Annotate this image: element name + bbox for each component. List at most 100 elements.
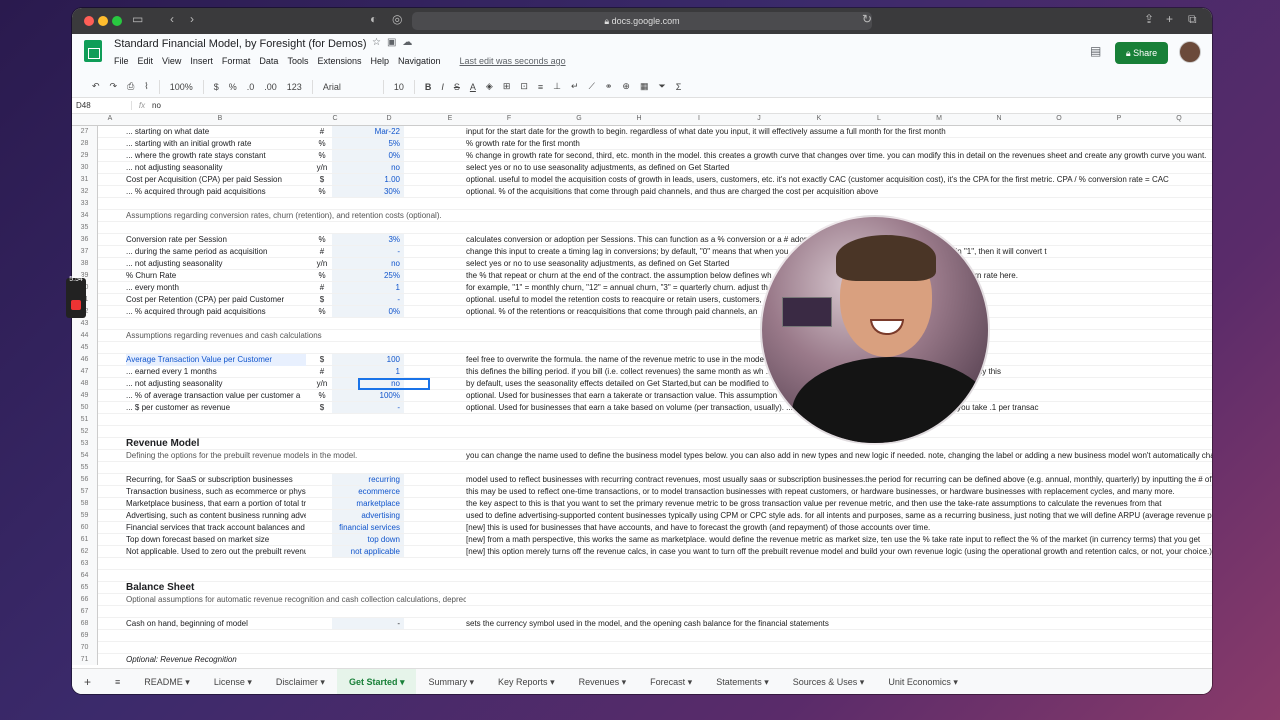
row-number[interactable]: 49	[72, 390, 98, 402]
new-tab-icon[interactable]: +	[1166, 12, 1173, 26]
filter-icon[interactable]: ⏷	[658, 81, 665, 92]
bold-icon[interactable]: B	[425, 82, 432, 92]
sidebar-icon[interactable]: ▭	[132, 12, 143, 26]
last-edit-link[interactable]: Last edit was seconds ago	[460, 56, 566, 66]
column-header-b[interactable]: B	[122, 115, 318, 122]
cell-b[interactable]: Balance Sheet	[126, 582, 466, 594]
row-number[interactable]: 55	[72, 462, 98, 474]
cell-e[interactable]: optional. % of the acquisitions that com…	[466, 186, 1212, 198]
cell-c[interactable]: %	[312, 270, 332, 282]
wrap-icon[interactable]: ↵	[571, 81, 579, 92]
row-number[interactable]: 65	[72, 582, 98, 594]
cell-c[interactable]: %	[312, 234, 332, 246]
cell-d[interactable]: advertising	[332, 510, 404, 521]
tab-overview-icon[interactable]: ⧉	[1188, 12, 1197, 27]
menu-extensions[interactable]: Extensions	[317, 56, 361, 66]
add-sheet-icon[interactable]: +	[72, 669, 103, 695]
chevron-down-icon[interactable]: ▾	[397, 677, 405, 687]
cell-c[interactable]: y/n	[312, 258, 332, 270]
percent-button[interactable]: %	[229, 82, 237, 92]
share-sheet-icon[interactable]: ⇪	[1144, 12, 1154, 26]
cell-c[interactable]: y/n	[312, 378, 332, 390]
cell-b[interactable]: Revenue Model	[126, 438, 466, 450]
cell-d[interactable]: -	[332, 618, 404, 629]
chevron-down-icon[interactable]: ▾	[857, 677, 865, 687]
recording-widget[interactable]	[66, 278, 86, 318]
cell-b[interactable]: ... where the growth rate stays constant	[126, 150, 306, 162]
menu-tools[interactable]: Tools	[287, 56, 308, 66]
sheet-tab-summary[interactable]: Summary ▾	[416, 669, 486, 695]
cell-d[interactable]: 25%	[332, 270, 404, 281]
menu-view[interactable]: View	[162, 56, 181, 66]
cell-e[interactable]: this may be used to reflect one-time tra…	[466, 486, 1212, 498]
menu-navigation[interactable]: Navigation	[398, 56, 441, 66]
row-number[interactable]: 47	[72, 366, 98, 378]
row-number[interactable]: 53	[72, 438, 98, 450]
back-icon[interactable]: ‹	[170, 12, 174, 26]
all-sheets-icon[interactable]: ≡	[103, 669, 132, 695]
cell-d[interactable]: 3%	[332, 234, 404, 245]
cell-c[interactable]: %	[312, 186, 332, 198]
sheet-tab-revenues[interactable]: Revenues ▾	[567, 669, 639, 695]
cell-d[interactable]: marketplace	[332, 498, 404, 509]
cell-d[interactable]: -	[332, 294, 404, 305]
menu-edit[interactable]: Edit	[138, 56, 154, 66]
doc-title[interactable]: Standard Financial Model, by Foresight (…	[114, 38, 367, 50]
chart-icon[interactable]: ▦	[640, 81, 649, 92]
row-number[interactable]: 35	[72, 222, 98, 234]
chevron-down-icon[interactable]: ▾	[619, 677, 627, 687]
row-number[interactable]: 62	[72, 546, 98, 558]
row-number[interactable]: 61	[72, 534, 98, 546]
chevron-down-icon[interactable]: ▾	[467, 677, 475, 687]
cell-d[interactable]: 1	[332, 282, 404, 293]
cell-e[interactable]: the key aspect to this is that you want …	[466, 498, 1212, 510]
cell-b[interactable]: ... during the same period as acquisitio…	[126, 246, 306, 258]
row-number[interactable]: 48	[72, 378, 98, 390]
cell-c[interactable]: #	[312, 246, 332, 258]
avatar[interactable]	[1179, 41, 1201, 63]
sheet-tab-forecast[interactable]: Forecast ▾	[638, 669, 704, 695]
cell-d[interactable]: 0%	[332, 150, 404, 161]
reload-icon[interactable]: ↻	[862, 12, 872, 26]
strikethrough-icon[interactable]: S	[454, 82, 460, 92]
sheet-tab-disclaimer[interactable]: Disclaimer ▾	[264, 669, 337, 695]
row-number[interactable]: 51	[72, 414, 98, 426]
cell-c[interactable]: $	[312, 354, 332, 366]
cell-e[interactable]: input for the start date for the growth …	[466, 126, 1212, 138]
cell-b[interactable]: Recurring, for SaaS or subscription busi…	[126, 474, 306, 486]
chevron-down-icon[interactable]: ▾	[762, 677, 769, 687]
cell-e[interactable]: [new] this option merely turns off the r…	[466, 546, 1212, 558]
sheets-logo-icon[interactable]	[84, 40, 102, 62]
row-number[interactable]: 28	[72, 138, 98, 150]
column-header-c[interactable]: C	[318, 115, 352, 122]
chevron-down-icon[interactable]: ▾	[548, 677, 555, 687]
cell-d[interactable]: -	[332, 246, 404, 257]
name-box[interactable]: D48	[72, 101, 132, 110]
cell-b[interactable]: ... % acquired through paid acquisitions	[126, 186, 306, 198]
link-icon[interactable]: ⚭	[605, 81, 613, 92]
sheet-tab-license[interactable]: License ▾	[202, 669, 264, 695]
font-select[interactable]: Arial	[323, 82, 373, 92]
cell-d[interactable]: recurring	[332, 474, 404, 485]
redo-icon[interactable]: ↷	[110, 81, 118, 92]
row-number[interactable]: 33	[72, 198, 98, 210]
row-number[interactable]: 60	[72, 522, 98, 534]
cell-b[interactable]: ... starting with an initial growth rate	[126, 138, 306, 150]
more-formats-button[interactable]: 123	[287, 82, 302, 92]
cell-e[interactable]: optional. useful to model the acquisitio…	[466, 174, 1212, 186]
merge-icon[interactable]: ⊡	[520, 81, 528, 92]
column-header-q[interactable]: Q	[1144, 115, 1212, 122]
cell-b[interactable]: Average Transaction Value per Customer	[126, 354, 306, 366]
cell-d[interactable]: 1.00	[332, 174, 404, 185]
cell-b[interactable]: Conversion rate per Session	[126, 234, 306, 246]
cell-d[interactable]: financial services	[332, 522, 404, 533]
cell-b[interactable]: Defining the options for the prebuilt re…	[126, 450, 466, 462]
maximize-window-button[interactable]	[112, 16, 122, 26]
cell-d[interactable]: 100%	[332, 390, 404, 401]
formula-input[interactable]: no	[152, 101, 161, 110]
row-number[interactable]: 52	[72, 426, 98, 438]
row-number[interactable]: 30	[72, 162, 98, 174]
row-number[interactable]: 68	[72, 618, 98, 630]
row-number[interactable]: 64	[72, 570, 98, 582]
cell-e[interactable]: select yes or no to use seasonality adju…	[466, 162, 1212, 174]
